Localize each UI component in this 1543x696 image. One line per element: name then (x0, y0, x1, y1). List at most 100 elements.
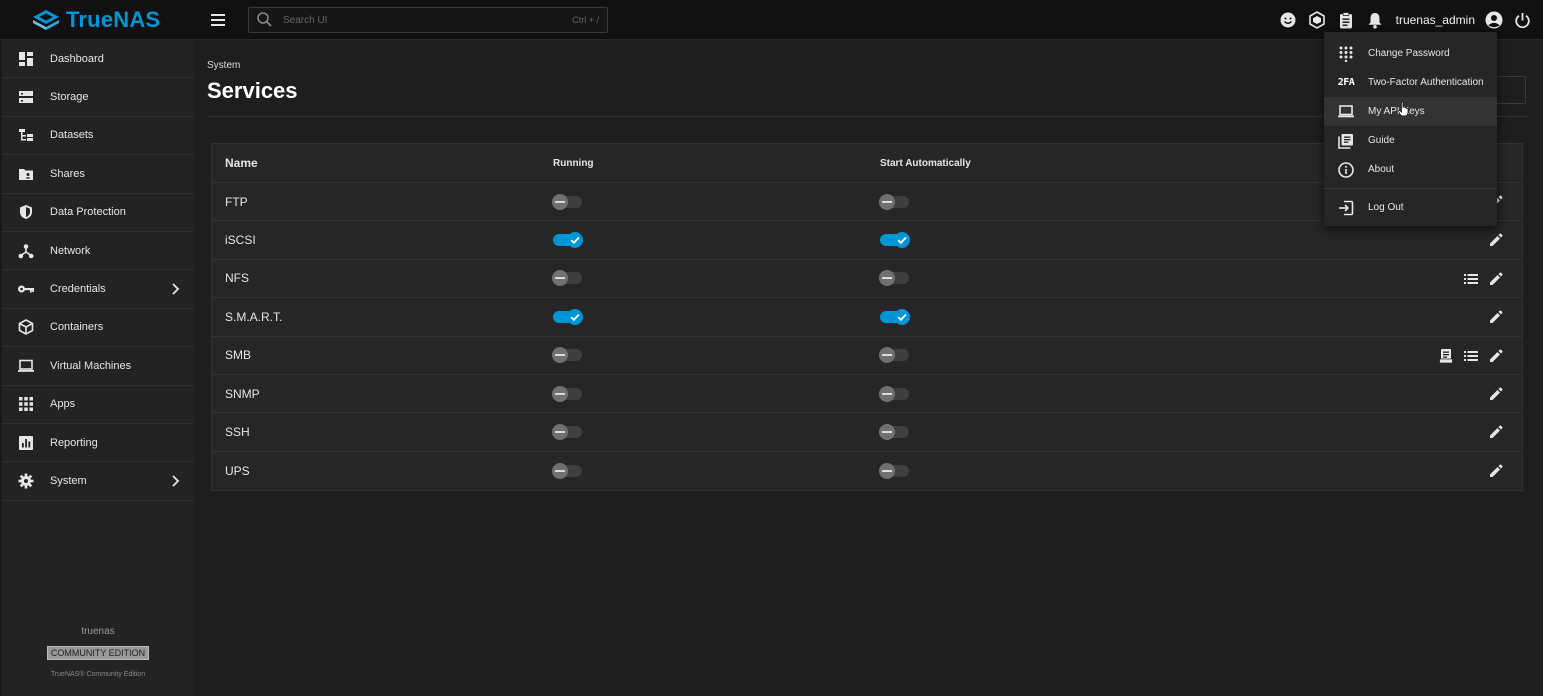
check-icon (569, 234, 581, 246)
running-toggle-iscsi-knob (567, 232, 583, 249)
search-box: Ctrl + / (248, 7, 608, 33)
running-cell (552, 385, 879, 402)
sidebar-item-containers[interactable]: Containers (2, 309, 194, 348)
running-toggle-ssh[interactable] (552, 424, 582, 441)
start-automatically-toggle-ftp-knob (879, 193, 895, 210)
service-name-ssh: SSH (225, 425, 250, 440)
column-header-running[interactable]: Running (552, 158, 879, 169)
edit-pencil-icon[interactable] (1486, 346, 1506, 366)
breadcrumb[interactable]: System (207, 60, 240, 71)
power-button[interactable] (1508, 0, 1537, 40)
cube-icon (2, 319, 50, 336)
edit-pencil-icon[interactable] (1486, 230, 1506, 250)
minus-icon (555, 469, 565, 473)
start-automatically-toggle-ups[interactable] (879, 462, 909, 479)
smb-sessions-icon[interactable] (1436, 346, 1456, 366)
menu-item-log-out[interactable]: Log Out (1324, 193, 1497, 222)
search-shortcut-hint: Ctrl + / (572, 15, 599, 25)
sidebar-item-data-protection[interactable]: Data Protection (2, 194, 194, 232)
start-automatically-toggle-ups-knob (879, 462, 895, 479)
running-toggle-ups[interactable] (552, 462, 582, 479)
page-title: Services (207, 78, 298, 103)
edit-pencil-icon[interactable] (1486, 307, 1506, 327)
key-icon (2, 281, 50, 297)
start-automatically-toggle-smb-knob (879, 347, 895, 364)
running-toggle-iscsi[interactable] (553, 232, 583, 249)
running-toggle-nfs[interactable] (552, 270, 582, 287)
sidebar-item-apps[interactable]: Apps (2, 386, 194, 424)
column-header-start-automatically[interactable]: Start Automatically (879, 158, 1206, 169)
running-cell (552, 193, 879, 210)
minus-icon (555, 353, 565, 357)
edit-pencil-icon[interactable] (1486, 384, 1506, 404)
datasets-icon (2, 127, 50, 143)
menu-item-guide[interactable]: Guide (1324, 126, 1497, 155)
edit-pencil-icon[interactable] (1486, 461, 1506, 481)
sidebar-item-virtual-machines[interactable]: Virtual Machines (2, 347, 194, 386)
start-automatically-toggle-nfs-knob (879, 270, 895, 287)
start-automatically-toggle-nfs[interactable] (879, 270, 909, 287)
running-cell (552, 347, 879, 364)
hamburger-icon (211, 14, 225, 26)
menu-item-two-factor-authentication[interactable]: 2FA Two-Factor Authentication (1324, 68, 1497, 97)
power-icon (1515, 12, 1530, 28)
truenas-logo-icon (33, 10, 59, 30)
sidebar-item-network[interactable]: Network (2, 232, 194, 271)
row-actions (1436, 346, 1506, 366)
running-cell (552, 462, 879, 479)
chevron-right-icon (170, 282, 180, 301)
start-automatically-cell (879, 385, 1206, 402)
start-automatically-toggle-snmp[interactable] (879, 385, 909, 402)
running-toggle-nfs-knob (552, 270, 568, 287)
sidebar: Dashboard Storage Datasets Shares Data P… (2, 40, 194, 696)
feedback-button[interactable] (1274, 0, 1303, 40)
page-action-button[interactable] (1494, 76, 1526, 104)
view-sessions-list-icon[interactable] (1461, 346, 1481, 366)
start-automatically-toggle-ssh[interactable] (879, 424, 909, 441)
truenas-logo[interactable]: TrueNAS (32, 7, 160, 32)
running-toggle-ftp[interactable] (552, 193, 582, 210)
running-toggle-snmp-knob (552, 385, 568, 402)
account-circle-icon (1485, 11, 1502, 29)
sidebar-item-system[interactable]: System (2, 462, 194, 501)
running-toggle-snmp[interactable] (552, 385, 582, 402)
running-toggle-s-m-a-r-t-knob (567, 308, 583, 325)
edit-pencil-icon[interactable] (1486, 269, 1506, 289)
copyright-text: TrueNAS® Community Edition (50, 671, 146, 678)
menu-item-my-api-keys[interactable]: My API Keys (1324, 97, 1497, 126)
table-row: UPS (212, 452, 1522, 490)
minus-icon (882, 392, 892, 396)
edit-pencil-icon[interactable] (1486, 422, 1506, 442)
start-automatically-toggle-smb[interactable] (879, 347, 909, 364)
minus-icon (555, 200, 565, 204)
start-automatically-toggle-iscsi[interactable] (880, 232, 910, 249)
running-toggle-smb-knob (552, 347, 568, 364)
view-sessions-list-icon[interactable] (1461, 269, 1481, 289)
menu-toggle-button[interactable] (210, 12, 228, 28)
sidebar-item-shares[interactable]: Shares (2, 155, 194, 194)
row-actions (1486, 307, 1506, 327)
running-toggle-s-m-a-r-t[interactable] (553, 308, 583, 325)
start-automatically-toggle-s-m-a-r-t[interactable] (880, 308, 910, 325)
smiley-icon (1280, 12, 1296, 28)
running-cell (552, 424, 879, 441)
start-automatically-toggle-ftp[interactable] (879, 193, 909, 210)
sidebar-item-dashboard[interactable]: Dashboard (2, 40, 194, 79)
hostname-label: truenas (81, 626, 115, 637)
table-row: SNMP (212, 375, 1522, 414)
menu-item-about[interactable]: About (1324, 155, 1497, 184)
start-automatically-toggle-s-m-a-r-t-knob (894, 308, 910, 325)
sidebar-item-storage[interactable]: Storage (2, 78, 194, 117)
sidebar-item-reporting[interactable]: Reporting (2, 424, 194, 463)
sidebar-item-datasets[interactable]: Datasets (2, 117, 194, 156)
search-input[interactable] (277, 14, 573, 26)
laptop-icon (2, 358, 50, 374)
service-name-smb: SMB (225, 348, 252, 363)
username-label[interactable]: truenas_admin (1390, 13, 1479, 27)
sidebar-item-credentials[interactable]: Credentials (2, 270, 194, 309)
running-toggle-smb[interactable] (552, 347, 582, 364)
menu-item-change-password[interactable]: Change Password (1324, 39, 1497, 68)
search-icon (257, 12, 272, 27)
start-automatically-cell (879, 232, 1206, 249)
column-header-name[interactable]: Name (212, 156, 552, 170)
